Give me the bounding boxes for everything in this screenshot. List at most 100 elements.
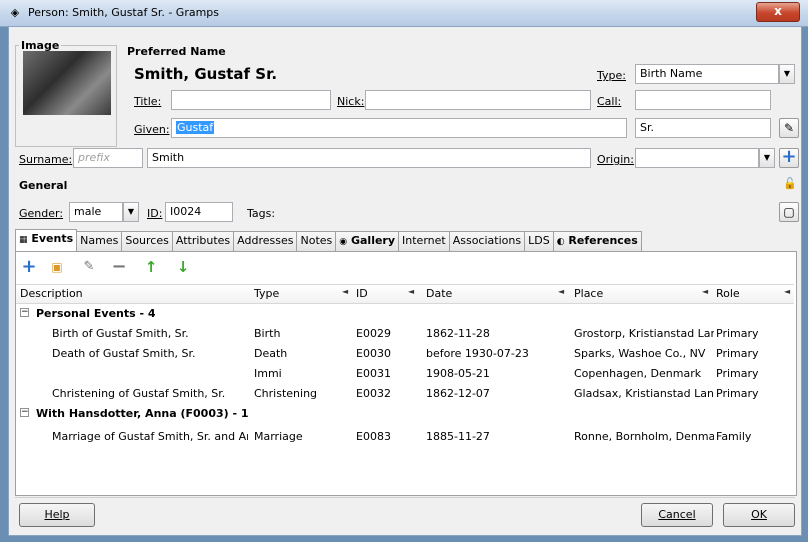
close-button[interactable]: x: [756, 2, 800, 22]
table-row[interactable]: Marriage of Gustaf Smith, Sr. and Anna..…: [16, 426, 794, 446]
add-icon[interactable]: +: [20, 258, 38, 276]
given-label: Given:: [134, 123, 170, 136]
gramps-app-icon: ◈: [10, 6, 20, 19]
title-input[interactable]: [171, 90, 331, 110]
cell-date: 1908-05-21: [426, 367, 490, 380]
edit-tags-button[interactable]: ▢: [779, 202, 799, 222]
tab-bar: ▦ Events Names Sources Attributes Addres…: [15, 229, 642, 254]
ok-button[interactable]: OK: [723, 503, 795, 527]
table-row[interactable]: Death of Gustaf Smith, Sr. Death E0030 b…: [16, 343, 794, 363]
nick-input[interactable]: [365, 90, 591, 110]
cell-description: Death of Gustaf Smith, Sr.: [52, 347, 196, 360]
divider: [15, 497, 795, 498]
tab-references[interactable]: ◐ References: [552, 231, 642, 251]
tab-gallery[interactable]: ◉ Gallery: [335, 231, 400, 251]
window-title: Person: Smith, Gustaf Sr. - Gramps: [28, 6, 220, 19]
surname-prefix-input[interactable]: prefix: [73, 148, 143, 168]
plus-icon: +: [781, 146, 797, 167]
cancel-button[interactable]: Cancel: [641, 503, 713, 527]
tab-associations[interactable]: Associations: [448, 231, 526, 251]
sort-arrow-icon: ◄: [784, 287, 791, 296]
tab-sources[interactable]: Sources: [121, 231, 173, 251]
help-button[interactable]: Help: [19, 503, 95, 527]
cell-date: 1862-11-28: [426, 327, 490, 340]
name-type-combo[interactable]: Birth Name: [635, 64, 779, 84]
tab-label: Events: [31, 232, 74, 245]
cell-type: Death: [254, 347, 288, 360]
group-title: Personal Events - 4: [36, 307, 156, 320]
cell-place: Ronne, Bornholm, Denma...: [574, 430, 714, 443]
display-name: Smith, Gustaf Sr.: [134, 65, 278, 83]
id-label: ID:: [147, 207, 163, 220]
tab-lds[interactable]: LDS: [524, 231, 554, 251]
cell-type: Christening: [254, 387, 318, 400]
chevron-down-icon[interactable]: ▼: [779, 64, 795, 84]
group-row[interactable]: − Personal Events - 4: [16, 303, 794, 323]
add-surname-button[interactable]: +: [779, 148, 799, 168]
column-place[interactable]: Place: [574, 287, 603, 300]
call-label: Call:: [597, 95, 622, 108]
column-type[interactable]: Type: [254, 287, 279, 300]
general-heading: General: [19, 179, 68, 192]
tag-icon: ▢: [783, 205, 795, 219]
suffix-input[interactable]: Sr.: [635, 118, 771, 138]
chevron-down-icon[interactable]: ▼: [759, 148, 775, 168]
column-date[interactable]: Date: [426, 287, 452, 300]
tab-notes[interactable]: Notes: [296, 231, 337, 251]
cell-place: Gladsax, Kristianstad Lan, ...: [574, 387, 714, 400]
chevron-down-icon[interactable]: ▼: [123, 202, 139, 222]
cell-role: Primary: [716, 327, 759, 340]
table-row[interactable]: Immi E0031 1908-05-21 Copenhagen, Denmar…: [16, 363, 794, 383]
cell-description: Christening of Gustaf Smith, Sr.: [52, 387, 226, 400]
table-row[interactable]: Birth of Gustaf Smith, Sr. Birth E0029 1…: [16, 323, 794, 343]
column-id[interactable]: ID: [356, 287, 368, 300]
cell-type: Birth: [254, 327, 281, 340]
sort-arrow-icon: ◄: [702, 287, 709, 296]
cell-date: 1885-11-27: [426, 430, 490, 443]
collapse-icon[interactable]: −: [20, 408, 29, 417]
tab-internet[interactable]: Internet: [398, 231, 450, 251]
cell-place: Copenhagen, Denmark: [574, 367, 702, 380]
tab-names[interactable]: Names: [76, 231, 123, 251]
id-input[interactable]: I0024: [165, 202, 233, 222]
group-row[interactable]: − With Hansdotter, Anna (F0003) - 1: [16, 403, 794, 423]
given-name-value: Gustaf: [176, 121, 215, 134]
nick-label: Nick:: [337, 95, 365, 108]
table-row[interactable]: Christening of Gustaf Smith, Sr. Christe…: [16, 383, 794, 403]
surname-label: Surname:: [19, 153, 73, 166]
cell-role: Primary: [716, 367, 759, 380]
column-description[interactable]: Description: [20, 287, 83, 300]
gender-combo[interactable]: male: [69, 202, 123, 222]
title-bar: ◈ Person: Smith, Gustaf Sr. - Gramps x: [0, 0, 808, 27]
share-icon[interactable]: ▣: [48, 258, 66, 276]
person-photo[interactable]: [23, 51, 111, 115]
lock-icon[interactable]: 🔓: [783, 177, 797, 190]
surname-input[interactable]: Smith: [147, 148, 591, 168]
tab-addresses[interactable]: Addresses: [233, 231, 298, 251]
origin-combo[interactable]: [635, 148, 759, 168]
edit-person-dialog: Image Preferred Name Smith, Gustaf Sr. T…: [8, 26, 802, 536]
cell-date: 1862-12-07: [426, 387, 490, 400]
sort-arrow-icon: ◄: [408, 287, 415, 296]
tab-attributes[interactable]: Attributes: [171, 231, 235, 251]
collapse-icon[interactable]: −: [20, 308, 29, 317]
edit-icon[interactable]: ✎: [80, 258, 98, 276]
cell-description: Birth of Gustaf Smith, Sr.: [52, 327, 189, 340]
tags-label: Tags:: [247, 207, 276, 220]
call-input[interactable]: [635, 90, 771, 110]
cell-id: E0030: [356, 347, 391, 360]
edit-name-button[interactable]: ✎: [779, 118, 799, 138]
cell-id: E0032: [356, 387, 391, 400]
cell-type: Immi: [254, 367, 282, 380]
cell-role: Primary: [716, 347, 759, 360]
references-icon: ◐: [556, 237, 565, 247]
given-input[interactable]: Gustaf: [171, 118, 627, 138]
cell-place: Sparks, Washoe Co., NV: [574, 347, 706, 360]
tab-label: References: [568, 234, 638, 247]
column-role[interactable]: Role: [716, 287, 740, 300]
down-arrow-icon[interactable]: ↓: [174, 258, 192, 276]
gender-label: Gender:: [19, 207, 64, 220]
remove-icon[interactable]: −: [110, 258, 128, 276]
gallery-icon: ◉: [339, 237, 348, 247]
up-arrow-icon[interactable]: ↑: [142, 258, 160, 276]
